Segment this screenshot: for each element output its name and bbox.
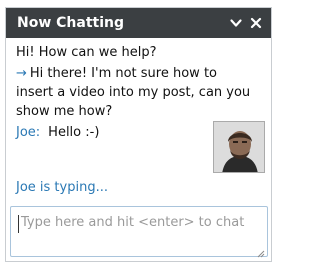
message-sender: Joe: (16, 125, 41, 140)
message-text: Hi there! I'm not sure how to insert a v… (16, 66, 251, 119)
message-text: Hi! How can we help? (16, 45, 157, 60)
arrow-right-icon: → (16, 66, 27, 81)
chat-input[interactable] (11, 207, 267, 256)
close-icon[interactable] (249, 16, 263, 30)
typing-indicator: Joe is typing... (16, 180, 108, 195)
message-greeting: Hi! How can we help? (16, 43, 256, 62)
chat-input-box[interactable] (10, 206, 268, 258)
chat-header: Now Chatting (6, 8, 271, 38)
chat-title: Now Chatting (17, 15, 125, 31)
resize-handle-icon[interactable] (256, 245, 265, 258)
avatar (213, 121, 265, 173)
message-agent: Joe: Hello :-) (16, 123, 99, 142)
chevron-down-icon[interactable] (229, 16, 243, 30)
chat-widget: Now Chatting Hi! How can we help? → Hi th… (5, 7, 272, 262)
text-caret (18, 215, 19, 233)
message-text: Hello :-) (48, 125, 100, 140)
message-visitor: → Hi there! I'm not sure how to insert a … (16, 64, 256, 121)
